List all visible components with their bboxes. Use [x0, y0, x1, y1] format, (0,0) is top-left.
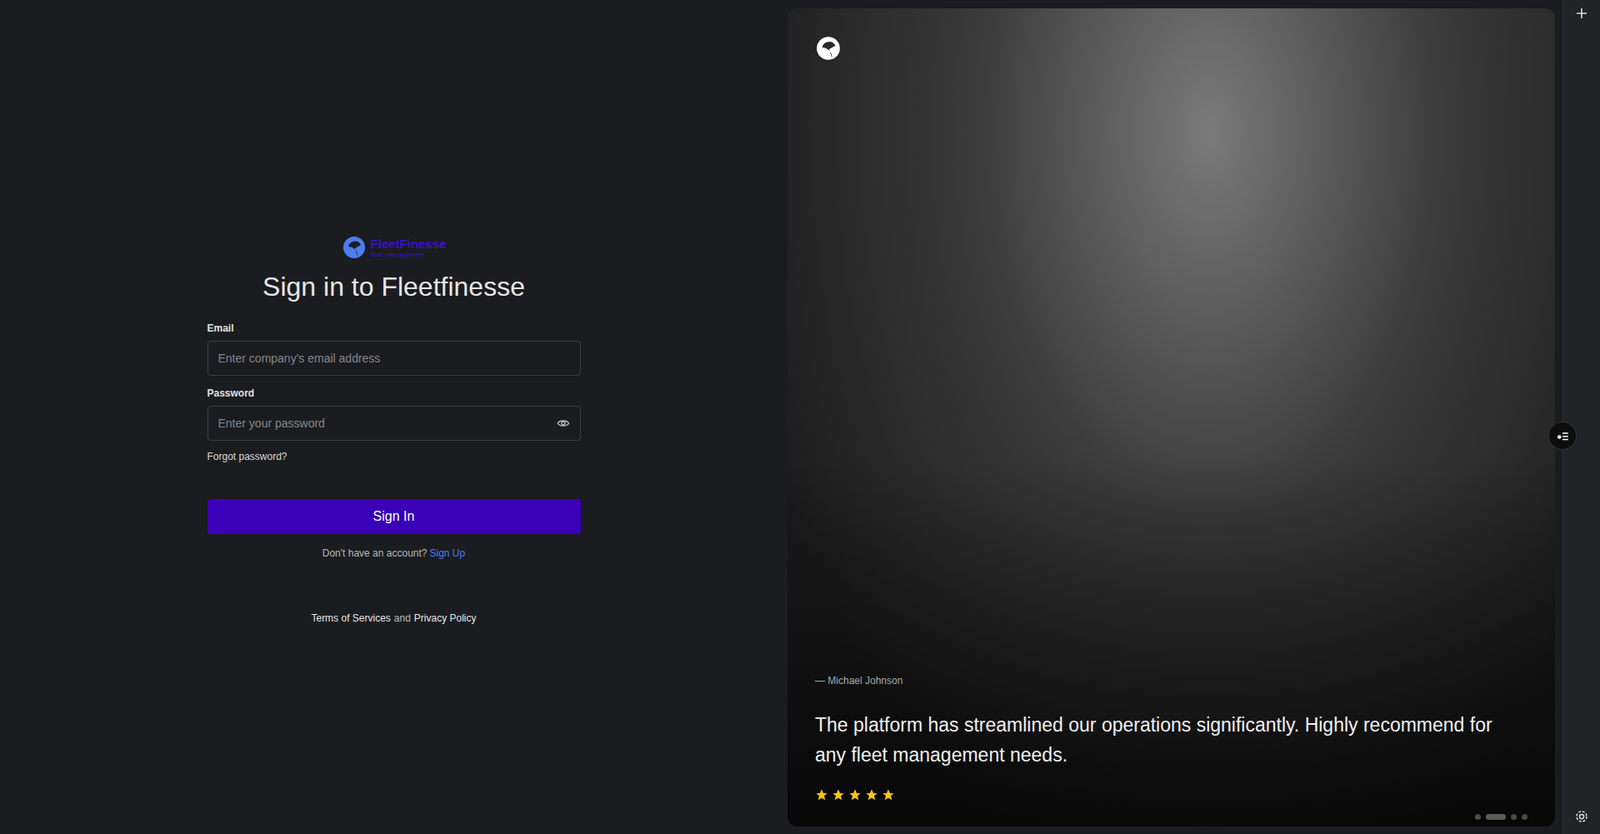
gear-icon[interactable]	[1574, 809, 1590, 825]
testimonial-footer	[815, 788, 1528, 802]
testimonial: — Michael Johnson The platform has stream…	[815, 675, 1528, 802]
toggle-list-icon	[1555, 428, 1570, 444]
forgot-password-link[interactable]: Forgot password?	[207, 450, 581, 463]
legal-row: Terms of Services andPrivacy Policy	[207, 612, 581, 625]
text-input[interactable]	[218, 343, 570, 374]
brand-name: FleetFinesse	[370, 237, 447, 251]
form-field: Password	[207, 387, 581, 441]
brand-logo: FleetFinessefleet management	[207, 235, 581, 260]
field-label: Email	[207, 322, 581, 335]
text-input[interactable]	[218, 408, 557, 439]
testimonial-card: — Michael Johnson The platform has stream…	[787, 8, 1555, 827]
input-box	[207, 405, 581, 441]
carousel-dots	[1475, 814, 1528, 820]
swirl-logo-icon	[815, 35, 842, 62]
floating-toggle-button[interactable]	[1548, 421, 1577, 450]
star-icon	[831, 788, 845, 802]
testimonial-author: — Michael Johnson	[815, 675, 1528, 687]
brand-tagline: fleet management	[370, 250, 447, 259]
star-icon	[815, 788, 829, 802]
signup-row: Don't have an account?Sign Up	[207, 547, 581, 560]
page-title: Sign in to Fleetfinesse	[207, 271, 581, 303]
carousel-dot[interactable]	[1521, 814, 1528, 820]
carousel-dot[interactable]	[1485, 814, 1506, 820]
star-icon	[865, 788, 879, 802]
rating-stars	[815, 788, 895, 802]
privacy-link[interactable]: Privacy Policy	[414, 612, 477, 625]
side-strip	[1562, 0, 1600, 834]
legal-joiner: and	[394, 612, 411, 625]
swirl-logo-icon	[341, 235, 367, 260]
signup-prompt: Don't have an account?	[322, 547, 428, 560]
carousel-dot[interactable]	[1510, 814, 1517, 820]
input-box	[207, 340, 581, 376]
eye-icon[interactable]	[556, 416, 570, 430]
field-label: Password	[207, 387, 581, 400]
sign-in-button[interactable]: Sign In	[207, 499, 581, 535]
login-page: FleetFinessefleet management Sign in to F…	[0, 0, 1600, 834]
carousel-dot[interactable]	[1475, 814, 1481, 820]
testimonial-quote: The platform has streamlined our operati…	[815, 710, 1528, 770]
brand-text: FleetFinessefleet management	[370, 237, 447, 259]
star-icon	[848, 788, 862, 802]
plus-icon[interactable]	[1575, 6, 1589, 20]
login-form: FleetFinessefleet management Sign in to F…	[207, 235, 581, 625]
terms-link[interactable]: Terms of Services	[310, 612, 390, 625]
star-icon	[881, 788, 895, 802]
sign-up-link[interactable]: Sign Up	[430, 547, 466, 560]
form-field: Email	[207, 322, 581, 376]
login-panel: FleetFinessefleet management Sign in to F…	[0, 0, 788, 834]
